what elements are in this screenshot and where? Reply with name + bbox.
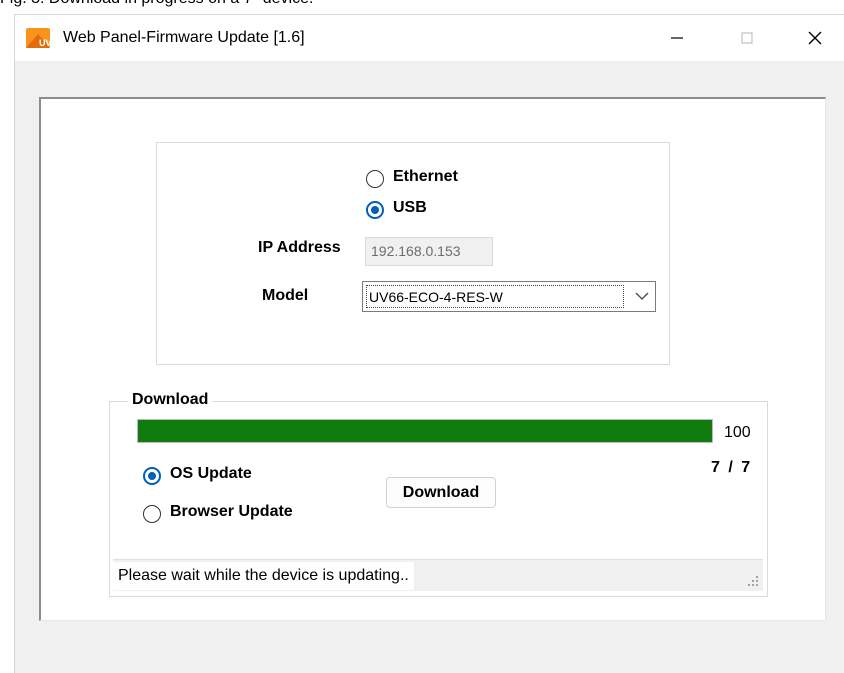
ip-address-label: IP Address (258, 239, 341, 256)
ethernet-label[interactable]: Ethernet (393, 168, 458, 186)
close-icon (808, 31, 822, 45)
download-button[interactable]: Download (386, 477, 496, 508)
minimize-icon (671, 37, 683, 39)
download-group-title: Download (128, 391, 213, 409)
progress-fill (138, 420, 712, 442)
model-select[interactable]: UV66-ECO-4-RES-W (362, 281, 656, 312)
svg-text:UV: UV (39, 38, 50, 48)
ip-address-field[interactable]: 192.168.0.153 (365, 237, 493, 266)
window-title: Web Panel-Firmware Update [1.6] (63, 29, 305, 46)
ethernet-radio[interactable] (366, 170, 384, 188)
usb-radio[interactable] (366, 201, 384, 219)
model-label: Model (262, 287, 309, 304)
download-progress-bar (137, 419, 713, 443)
model-selected-value: UV66-ECO-4-RES-W (366, 285, 624, 308)
status-text: Please wait while the device is updating… (113, 562, 414, 590)
usb-label[interactable]: USB (393, 199, 427, 217)
close-button[interactable] (787, 15, 843, 61)
maximize-button[interactable] (719, 15, 775, 61)
file-counter: 7 / 7 (711, 459, 753, 476)
maximize-icon (741, 32, 753, 44)
progress-percent: 100 (724, 424, 751, 441)
browser-update-radio[interactable] (143, 505, 161, 523)
os-update-radio[interactable] (143, 467, 161, 485)
resize-grip-icon[interactable] (745, 573, 759, 587)
app-window: UV Web Panel-Firmware Update [1.6] Ether… (14, 14, 844, 673)
os-update-label[interactable]: OS Update (170, 465, 252, 483)
chevron-down-icon (635, 292, 649, 300)
status-bar: Please wait while the device is updating… (113, 559, 763, 591)
figure-caption: Fig. 3: Download in progress on a 7" dev… (0, 0, 313, 8)
minimize-button[interactable] (649, 15, 705, 61)
browser-update-label[interactable]: Browser Update (170, 503, 293, 521)
title-bar[interactable]: UV Web Panel-Firmware Update [1.6] (15, 15, 844, 61)
uv-app-icon: UV (26, 28, 50, 48)
